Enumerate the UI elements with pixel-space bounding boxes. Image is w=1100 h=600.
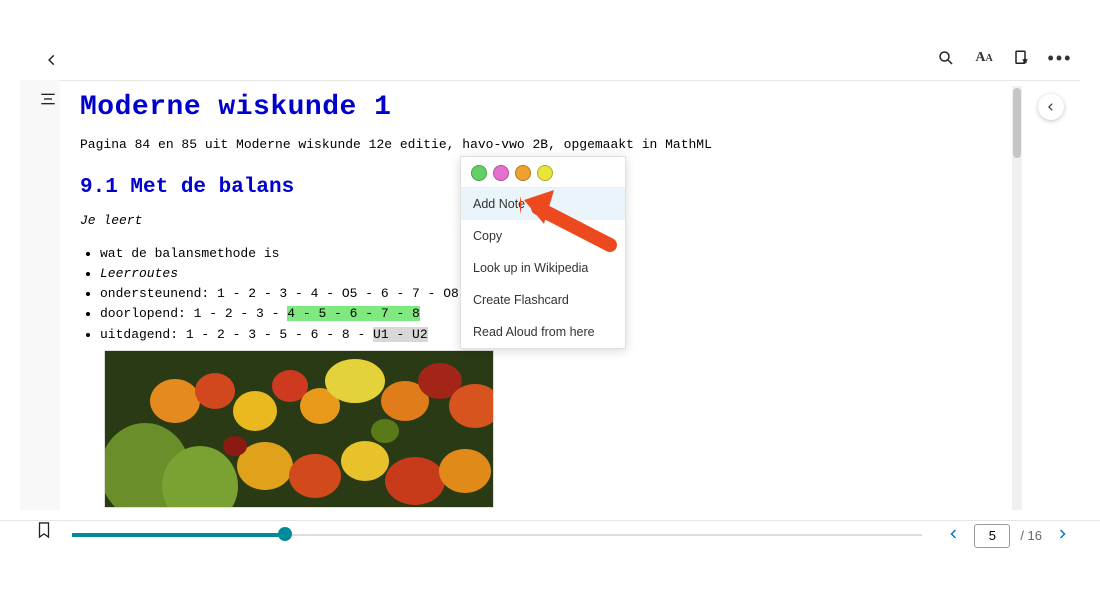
scroll-thumb[interactable] bbox=[1013, 88, 1021, 158]
bookmark-star-icon[interactable] bbox=[1012, 48, 1032, 68]
page-number-input[interactable] bbox=[974, 524, 1010, 548]
page-total: / 16 bbox=[1020, 528, 1042, 543]
back-button[interactable] bbox=[40, 48, 64, 72]
menu-item-copy[interactable]: Copy bbox=[461, 220, 625, 252]
top-bar: AA ••• bbox=[0, 0, 1100, 80]
color-swatch-pink[interactable] bbox=[493, 165, 509, 181]
highlight-selection[interactable]: U1 - U2 bbox=[373, 327, 428, 342]
page-subtitle: Pagina 84 en 85 uit Moderne wiskunde 12e… bbox=[80, 137, 1000, 152]
toc-toggle-button[interactable] bbox=[40, 92, 56, 111]
top-divider bbox=[20, 80, 1080, 81]
context-menu: Add Note Copy Look up in Wikipedia Creat… bbox=[460, 156, 626, 349]
next-page-button[interactable] bbox=[1052, 521, 1072, 550]
menu-item-lookup[interactable]: Look up in Wikipedia bbox=[461, 252, 625, 284]
color-swatch-orange[interactable] bbox=[515, 165, 531, 181]
left-gutter bbox=[20, 80, 60, 510]
menu-item-flashcard[interactable]: Create Flashcard bbox=[461, 284, 625, 316]
progress-fill bbox=[72, 533, 285, 537]
bookmark-button[interactable] bbox=[36, 521, 52, 544]
menu-item-read-aloud[interactable]: Read Aloud from here bbox=[461, 316, 625, 348]
search-icon[interactable] bbox=[936, 48, 956, 68]
vertical-scrollbar[interactable] bbox=[1012, 86, 1022, 510]
highlight-color-row bbox=[461, 157, 625, 188]
prev-page-button[interactable] bbox=[944, 521, 964, 550]
page-title: Moderne wiskunde 1 bbox=[80, 92, 1000, 123]
content-image bbox=[104, 350, 494, 508]
color-swatch-yellow[interactable] bbox=[537, 165, 553, 181]
bottom-bar: / 16 bbox=[0, 520, 1100, 600]
text-size-icon[interactable]: AA bbox=[974, 48, 994, 68]
more-icon[interactable]: ••• bbox=[1050, 48, 1070, 68]
progress-thumb[interactable] bbox=[278, 527, 292, 541]
collapse-panel-button[interactable] bbox=[1038, 94, 1064, 120]
color-swatch-green[interactable] bbox=[471, 165, 487, 181]
page-navigator: / 16 bbox=[944, 521, 1072, 550]
menu-item-add-note[interactable]: Add Note bbox=[461, 188, 625, 220]
highlight-green[interactable]: 4 - 5 - 6 - 7 - 8 bbox=[287, 306, 420, 321]
progress-slider[interactable] bbox=[72, 532, 922, 538]
toolbar-icons: AA ••• bbox=[936, 48, 1070, 68]
